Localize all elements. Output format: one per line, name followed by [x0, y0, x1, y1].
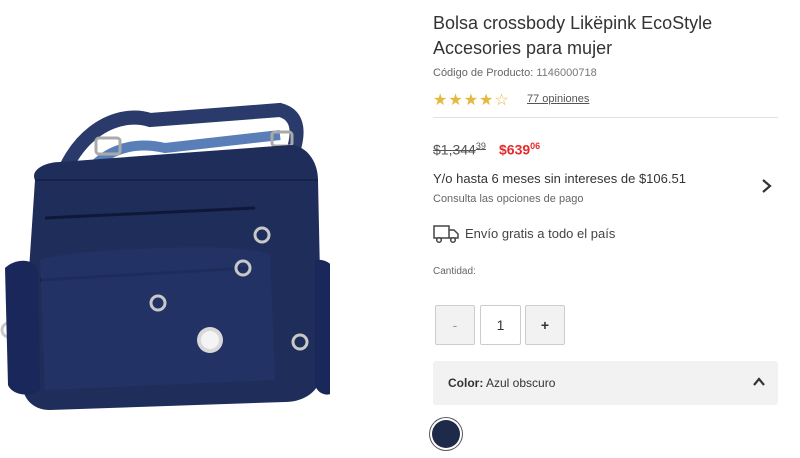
color-label-title: Color: — [448, 376, 484, 390]
star-icon: ★ — [433, 92, 449, 109]
sale-price: $63906 — [499, 141, 540, 158]
free-shipping-text: Envío gratis a todo el país — [465, 226, 616, 241]
product-title: Bolsa crossbody Likëpink EcoStyle Acceso… — [433, 13, 713, 58]
star-icon: ★ — [479, 92, 495, 109]
star-icon: ★ — [448, 92, 464, 109]
divider — [433, 117, 778, 118]
quantity-increase-button[interactable]: + — [525, 305, 565, 345]
old-price-integer: $1,344 — [433, 141, 476, 158]
installments-text: Y/o hasta 6 meses sin intereses de $106.… — [433, 171, 686, 186]
sale-price-cents: 06 — [530, 141, 541, 151]
product-image[interactable] — [0, 0, 410, 458]
rating-stars[interactable]: ★★★★☆ — [433, 90, 510, 110]
chevron-up-icon — [753, 377, 765, 386]
color-label: Color: Azul obscuro — [448, 376, 555, 390]
star-icon: ★ — [463, 92, 480, 109]
quantity-decrease-button[interactable]: - — [435, 305, 475, 345]
chevron-right-icon[interactable] — [760, 178, 774, 194]
old-price-cents: 39 — [475, 141, 486, 151]
star-outline-icon: ☆ — [494, 92, 510, 109]
old-price: $1,34439 — [433, 141, 486, 158]
reviews-link[interactable]: 77 opiniones — [527, 93, 589, 105]
quantity-label: Cantidad: — [433, 266, 476, 277]
product-code-label: Código de Producto: — [433, 67, 534, 79]
sale-price-integer: $639 — [499, 141, 531, 158]
color-swatch-azul-obscuro[interactable] — [432, 420, 460, 448]
product-code: Código de Producto: 1146000718 — [433, 67, 597, 79]
truck-icon — [433, 225, 459, 244]
color-selector-header[interactable]: Color: Azul obscuro — [433, 361, 778, 405]
payment-options-link[interactable]: Consulta las opciones de pago — [433, 193, 583, 205]
color-value: Azul obscuro — [486, 376, 556, 390]
product-code-value: 1146000718 — [536, 67, 597, 79]
quantity-input[interactable] — [480, 305, 521, 345]
bag-image — [0, 102, 330, 410]
